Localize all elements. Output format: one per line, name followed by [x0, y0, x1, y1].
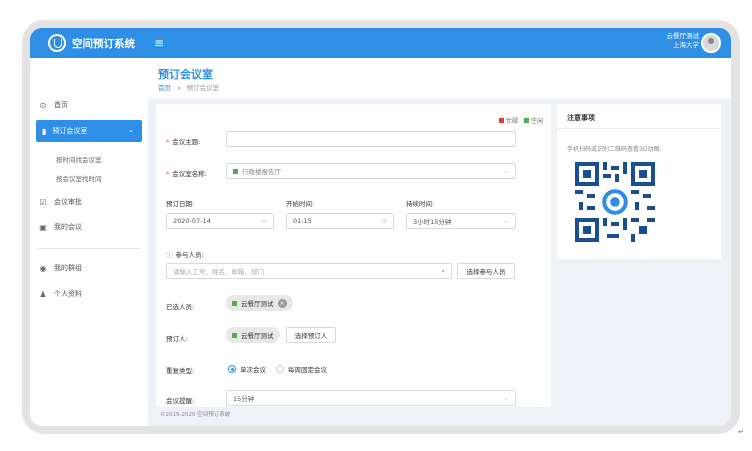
selected-person-tag[interactable]: 云餐厅测试 × [226, 295, 293, 311]
chevron-down-icon: ⌄ [503, 394, 509, 402]
reminder-value: 15分钟 [233, 395, 255, 403]
home-icon: ⊙ [39, 100, 47, 110]
bookmark-icon: ▮ [42, 126, 47, 136]
participants-search-input[interactable]: 请输入工号、姓名、邮箱、部门 ⌕ [166, 263, 452, 279]
calendar-icon: ▭ [260, 217, 267, 225]
page-header: 预订会议室 首页 > 预订会议室 [148, 58, 731, 98]
sidebar-divider [38, 248, 140, 249]
booking-form: 忙碌 空闲 * 会议主题: * 会议室名称: 行政楼报告厅 ⌄ 预订日期: 2020… [156, 104, 551, 407]
radio-empty-icon [276, 365, 284, 373]
legend-busy: 忙碌 [498, 116, 518, 125]
selected-label: 已选人员: [166, 303, 195, 311]
sidebar-item-my-meetings[interactable]: ▣ 我的会议 [38, 222, 82, 232]
repeat-once-radio[interactable]: 单次会议 [228, 364, 266, 374]
user-info[interactable]: 云餐厅测试 上海大学 [667, 32, 700, 50]
sidebar-item-label: 会议审批 [54, 198, 82, 206]
notice-title: 注意事项 [567, 114, 595, 122]
date-picker[interactable]: 2020-07-14 ▭ [166, 213, 274, 229]
date-value: 2020-07-14 [173, 217, 211, 225]
check-icon: ☑ [39, 197, 47, 207]
date-label: 预订日期: [166, 200, 195, 208]
start-time-value: 01:15 [293, 217, 312, 225]
status-dot [232, 332, 237, 338]
hamburger-menu-icon[interactable]: ≡ [154, 36, 164, 50]
sidebar-subitem-find-by-time[interactable]: 按时间找会议室 [56, 154, 102, 164]
breadcrumb: 首页 > 预订会议室 [158, 82, 219, 92]
sidebar-item-approval[interactable]: ☑ 会议审批 [38, 197, 82, 207]
search-icon[interactable]: ⌕ [441, 267, 445, 276]
participants-placeholder: 请输入工号、姓名、邮箱、部门 [173, 268, 264, 276]
duration-label: 持续时间: [406, 200, 435, 208]
qr-code-icon [575, 162, 655, 242]
chevron-down-icon: ⌄ [503, 217, 509, 225]
reminder-select[interactable]: 15分钟 ⌄ [226, 390, 516, 406]
avatar[interactable] [701, 33, 721, 53]
user-name-line1: 云餐厅测试 [666, 32, 700, 40]
booker-label: 预订人: [166, 335, 188, 343]
start-time-picker[interactable]: 01:15 ◷ [286, 213, 394, 229]
breadcrumb-separator: > [176, 84, 182, 92]
room-value: 行政楼报告厅 [242, 168, 281, 176]
info-icon: ⓘ [166, 251, 173, 259]
subject-input[interactable] [226, 131, 516, 147]
user-name-line2: 上海大学 [673, 41, 699, 49]
group-icon: ◉ [39, 263, 47, 273]
notice-panel: 注意事项 手机扫码或识别二维码查看3D动图: [557, 104, 721, 259]
reminder-label: 会议提醒: [166, 397, 195, 405]
chevron-down-icon: ⌄ [128, 126, 134, 134]
app-title: 空间预订系统 [72, 38, 135, 50]
booker-tag: 云餐厅测试 [226, 327, 280, 343]
legend-free: 空闲 [523, 116, 543, 125]
sidebar-item-label: 我的会议 [54, 223, 82, 231]
breadcrumb-current: 预订会议室 [186, 84, 220, 92]
availability-legend: 忙碌 空闲 [498, 116, 543, 125]
top-bar: 空间预订系统 ≡ 云餐厅测试 上海大学 [30, 28, 731, 58]
sidebar-item-label: 预订会议室 [52, 127, 88, 135]
remove-icon[interactable]: × [277, 298, 287, 308]
logo-icon [48, 34, 66, 52]
booker-name: 云餐厅测试 [241, 332, 274, 340]
room-select[interactable]: 行政楼报告厅 ⌄ [226, 163, 516, 179]
sidebar-item-profile[interactable]: ♟ 个人资料 [38, 289, 82, 299]
calendar-icon: ▣ [39, 222, 47, 232]
status-dot [232, 300, 237, 306]
start-time-label: 开始时间: [286, 200, 315, 208]
footer: ©2015-2020 空间预订系统 [160, 412, 231, 418]
selected-person-name: 云餐厅测试 [241, 300, 274, 308]
app-window: 空间预订系统 ≡ 云餐厅测试 上海大学 ⊙ 首页 ▮ 预订会议室 ⌄ 按时间找会… [30, 28, 731, 426]
select-participants-button[interactable]: 选择参与人员 [457, 263, 515, 279]
page-title: 预订会议室 [158, 68, 213, 81]
radio-selected-icon [228, 365, 236, 373]
duration-value: 3小时15分钟 [413, 218, 452, 226]
clock-icon: ◷ [381, 217, 387, 225]
subject-label: * 会议主题: [166, 138, 201, 146]
duration-select[interactable]: 3小时15分钟 ⌄ [406, 213, 516, 229]
sidebar-item-my-groups[interactable]: ◉ 我的群组 [38, 263, 83, 273]
repeat-weekly-radio[interactable]: 每周固定会议 [276, 364, 327, 374]
room-label: * 会议室名称: [166, 170, 207, 178]
repeat-label: 重复类型: [166, 367, 195, 375]
return-icon: ↵ [738, 428, 744, 436]
user-icon: ♟ [39, 289, 47, 299]
room-status-dot [233, 168, 238, 174]
sidebar-item-home[interactable]: ⊙ 首页 [38, 100, 68, 110]
sidebar-subitem-find-by-room[interactable]: 按会议室找时间 [56, 173, 102, 183]
sidebar-item-label: 首页 [54, 101, 68, 109]
divider [557, 128, 721, 129]
sidebar-item-book-room[interactable]: ▮ 预订会议室 ⌄ [36, 120, 142, 142]
sidebar: ⊙ 首页 ▮ 预订会议室 ⌄ 按时间找会议室 按会议室找时间 ☑ 会议审批 ▣ … [30, 58, 148, 426]
chevron-down-icon: ⌄ [503, 167, 509, 175]
sidebar-item-label: 个人资料 [54, 290, 82, 298]
participants-label: ⓘ 参与人员: [166, 251, 204, 259]
notice-text: 手机扫码或识别二维码查看3D动图: [567, 146, 662, 153]
select-booker-button[interactable]: 选择预订人 [286, 327, 336, 343]
sidebar-item-label: 我的群组 [54, 264, 82, 272]
breadcrumb-home[interactable]: 首页 [158, 84, 171, 92]
